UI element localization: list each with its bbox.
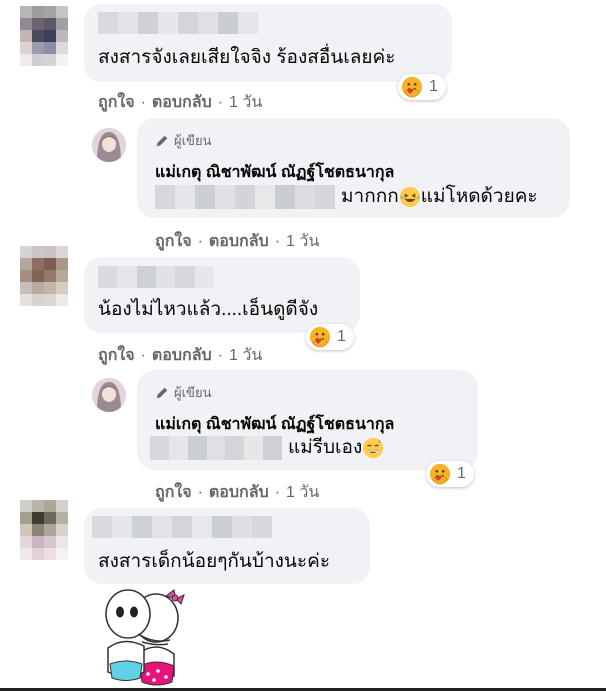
hug-sticker[interactable] [98,584,194,688]
like-link[interactable]: ถูกใจ [155,233,192,250]
reply-link[interactable]: ตอบกลับ [152,94,212,111]
sweat-smile-emoji [362,437,384,459]
pencil-icon [155,386,169,400]
tagged-name-redacted[interactable] [155,185,335,209]
reaction-summary[interactable]: 1 [398,74,446,100]
reaction-summary[interactable]: 1 [306,324,354,350]
author-badge: ผู้เขียน [155,382,211,403]
comment-actions: ถูกใจ · ตอบกลับ · 1 วัน [98,347,263,364]
reaction-count: 1 [457,465,466,482]
commenter-avatar[interactable] [20,500,68,560]
care-reaction-icon [429,463,451,485]
laughing-tears-emoji [399,186,421,208]
comment-text: น้องไม่ไหวแล้ว....เอ็นดูดีจัง [98,299,319,320]
reply-link[interactable]: ตอบกลับ [209,484,269,501]
author-badge: ผู้เขียน [155,130,211,151]
reaction-summary[interactable]: 1 [426,461,474,487]
comment-text: สงสารจังเลยเสียใจจิง ร้องสอื่นเลยค่ะ [98,47,396,68]
commenter-avatar[interactable] [20,6,68,66]
like-link[interactable]: ถูกใจ [98,94,135,111]
comment-actions: ถูกใจ · ตอบกลับ · 1 วัน [98,94,263,111]
reply-timestamp[interactable]: 1 วัน [286,233,319,250]
commenter-avatar[interactable] [20,246,68,306]
commenter-name-redacted[interactable] [98,266,214,288]
reply-timestamp[interactable]: 1 วัน [286,484,319,501]
like-link[interactable]: ถูกใจ [155,484,192,501]
pencil-icon [155,134,169,148]
comment-text: สงสารเด็กน้อยๆกันบ้างนะค่ะ [98,551,331,572]
commenter-name-redacted[interactable] [92,516,272,538]
care-reaction-icon [401,76,423,98]
author-avatar[interactable] [92,378,126,412]
comment-timestamp[interactable]: 1 วัน [229,94,262,111]
like-link[interactable]: ถูกใจ [98,347,135,364]
reply-text: มากกก แม่โหดด้วยคะ [341,186,538,208]
reply-text: แม่รีบเอง [288,436,384,460]
commenter-name-redacted[interactable] [98,12,258,34]
reply-actions: ถูกใจ · ตอบกลับ · 1 วัน [155,233,320,250]
author-name[interactable]: แม่เกตุ ณิชาพัฒน์ ณัฏฐ์โชตธนากุล [155,412,394,437]
care-reaction-icon [309,326,331,348]
reply-actions: ถูกใจ · ตอบกลับ · 1 วัน [155,484,320,501]
comment-timestamp[interactable]: 1 วัน [229,347,262,364]
reaction-count: 1 [337,328,346,345]
tagged-name-redacted[interactable] [150,436,283,460]
reply-link[interactable]: ตอบกลับ [209,233,269,250]
reply-link[interactable]: ตอบกลับ [152,347,212,364]
reaction-count: 1 [429,78,438,95]
author-avatar[interactable] [92,128,126,162]
author-name[interactable]: แม่เกตุ ณิชาพัฒน์ ณัฏฐ์โชตธนากุล [155,160,394,185]
